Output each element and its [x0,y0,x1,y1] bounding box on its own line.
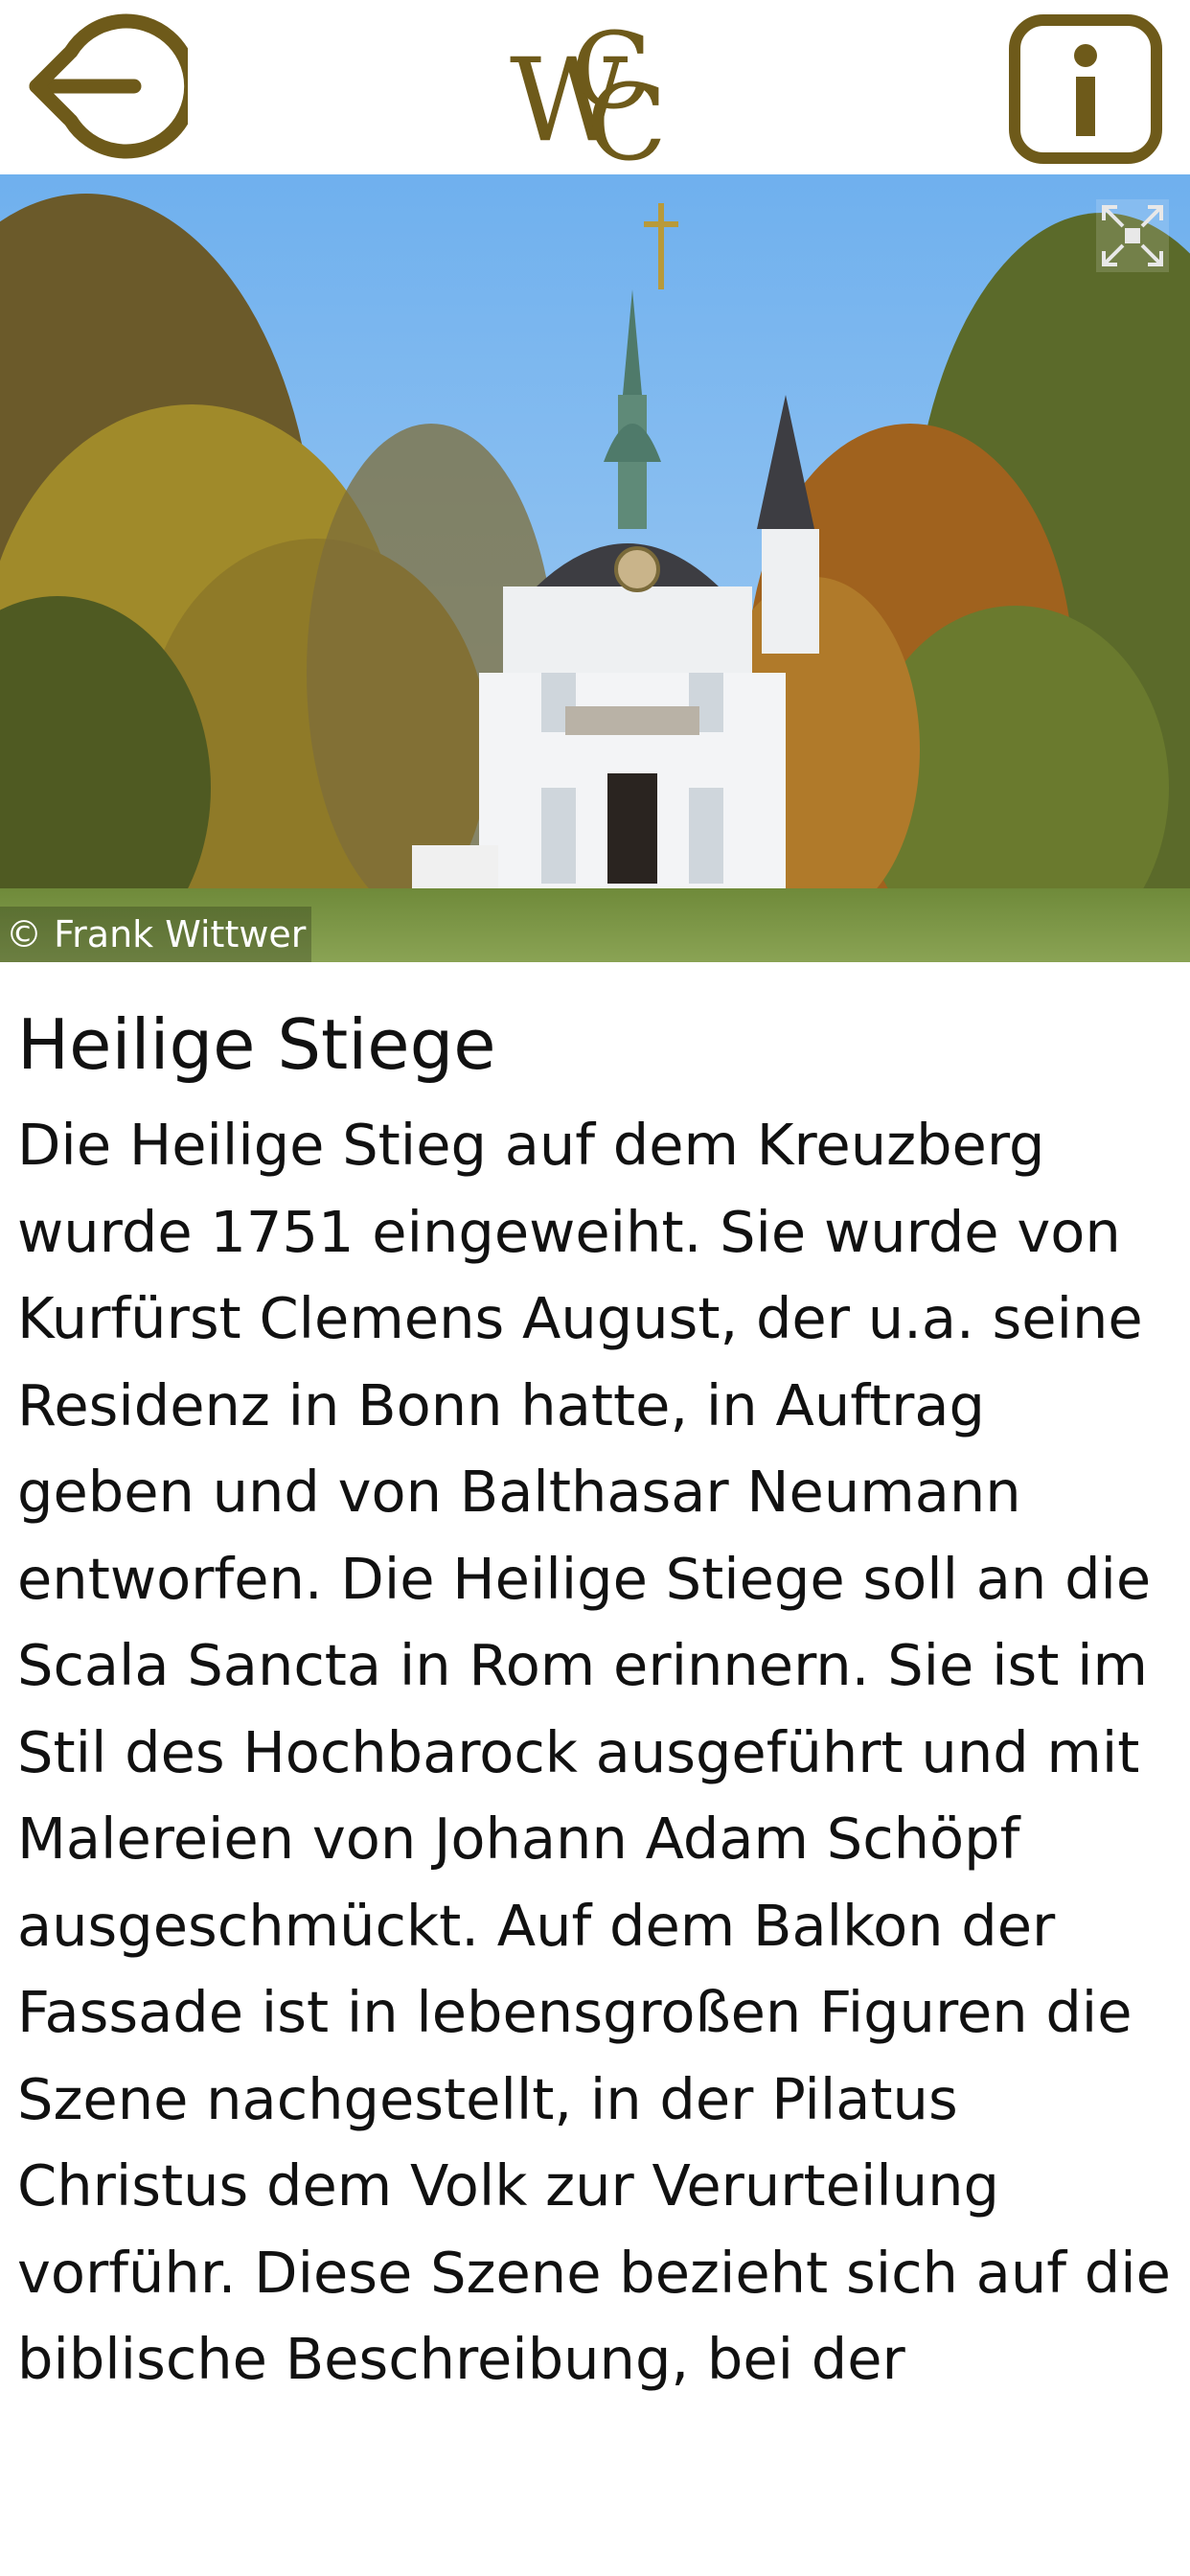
article-body: Die Heilige Stieg auf dem Kreuzberg wurd… [17,1112,1171,2392]
fullscreen-expand-button[interactable] [1096,199,1169,272]
photo-credit: © Frank Wittwer [0,907,312,962]
app-header: W C C [0,0,1190,184]
brand-logo: W C C [506,6,684,184]
back-button[interactable] [27,13,199,159]
back-arrow-circle-icon [29,13,199,159]
svg-text:C: C [586,61,667,167]
hero-photo: © Frank Wittwer [0,174,1190,962]
fullscreen-expand-icon [1096,199,1169,272]
info-button[interactable] [1008,13,1163,165]
info-icon [1009,14,1162,164]
article-content: Heilige Stiege Die Heilige Stieg auf dem… [17,987,1177,2404]
article-title: Heilige Stiege [17,1004,496,1085]
